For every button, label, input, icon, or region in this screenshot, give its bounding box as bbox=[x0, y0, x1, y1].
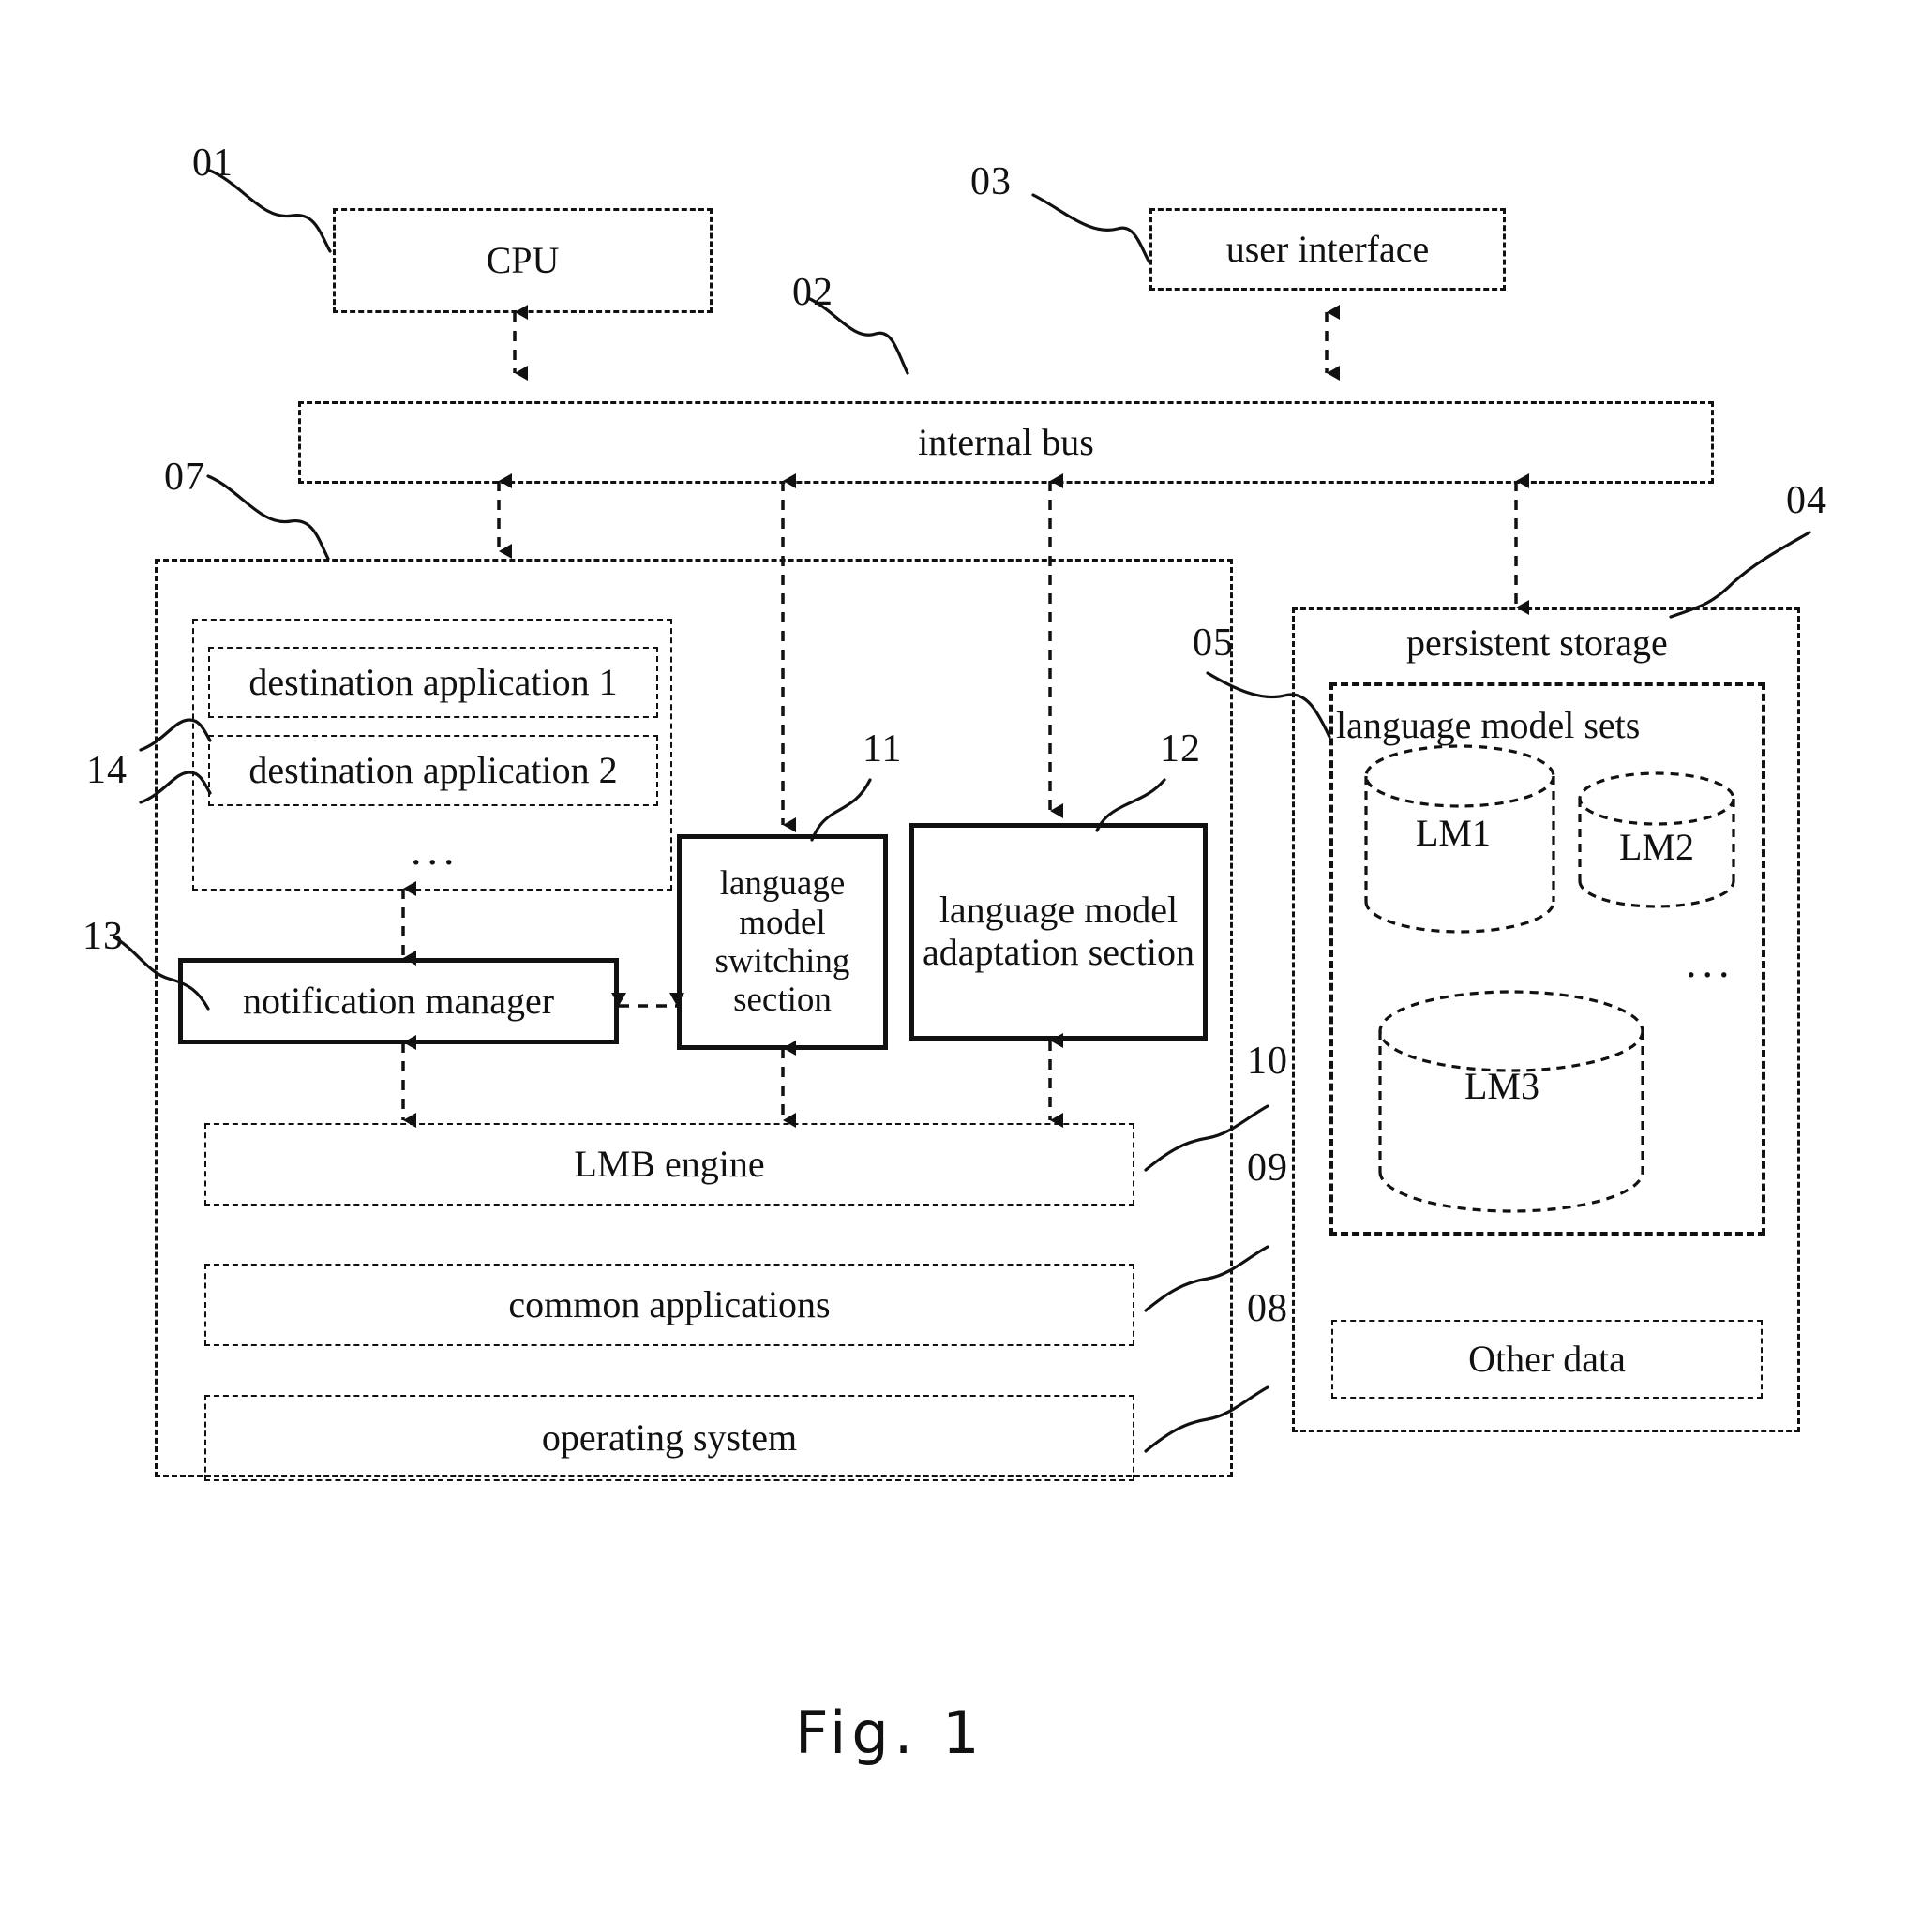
destination-application-2-block: destination application 2 bbox=[208, 735, 658, 806]
ref-numeral-07: 07 bbox=[164, 456, 205, 499]
cylinder-lm1-label: LM1 bbox=[1416, 812, 1491, 854]
language-model-switching-section-label: language model switching section bbox=[714, 864, 850, 1020]
language-model-adaptation-section-block: language model adaptation section bbox=[909, 823, 1208, 1041]
common-applications-label: common applications bbox=[508, 1282, 831, 1325]
lmb-engine-block: LMB engine bbox=[204, 1123, 1134, 1206]
ref-numeral-14: 14 bbox=[86, 749, 128, 792]
cpu-block: CPU bbox=[333, 208, 713, 313]
ref-numeral-01: 01 bbox=[192, 142, 233, 185]
ref-numeral-03: 03 bbox=[970, 160, 1012, 203]
language-model-adaptation-section-label: language model adaptation section bbox=[923, 889, 1194, 973]
user-interface-label: user interface bbox=[1225, 227, 1430, 270]
common-applications-block: common applications bbox=[204, 1264, 1134, 1346]
ref-numeral-04: 04 bbox=[1786, 479, 1827, 522]
operating-system-label: operating system bbox=[541, 1415, 798, 1459]
internal-bus-label: internal bus bbox=[918, 420, 1094, 463]
user-interface-block: user interface bbox=[1149, 208, 1506, 291]
language-model-sets-label: language model sets bbox=[1336, 704, 1641, 746]
cylinder-lm2-label: LM2 bbox=[1619, 826, 1694, 868]
destination-application-1-label: destination application 1 bbox=[248, 660, 618, 703]
lmb-engine-label: LMB engine bbox=[574, 1142, 765, 1185]
other-data-label: Other data bbox=[1468, 1337, 1626, 1380]
cpu-label: CPU bbox=[486, 238, 560, 281]
figure-caption: Fig. 1 bbox=[795, 1699, 985, 1767]
destination-application-2-label: destination application 2 bbox=[248, 748, 618, 791]
operating-system-block: operating system bbox=[204, 1395, 1134, 1481]
cylinders-ellipsis: ... bbox=[1686, 938, 1735, 986]
ref-numeral-09: 09 bbox=[1247, 1146, 1288, 1190]
ref-numeral-08: 08 bbox=[1247, 1287, 1288, 1330]
notification-manager-block: notification manager bbox=[178, 958, 619, 1044]
language-model-switching-section-block: language model switching section bbox=[677, 834, 888, 1050]
notification-manager-label: notification manager bbox=[242, 979, 555, 1022]
ref-numeral-02: 02 bbox=[792, 271, 833, 314]
destination-application-1-block: destination application 1 bbox=[208, 647, 658, 718]
internal-bus-block: internal bus bbox=[298, 401, 1714, 484]
ref-numeral-10: 10 bbox=[1247, 1040, 1288, 1083]
persistent-storage-label: persistent storage bbox=[1406, 622, 1668, 664]
cylinder-lm3-label: LM3 bbox=[1464, 1065, 1539, 1107]
figure-canvas: 01 02 03 04 05 07 08 09 10 11 12 13 14 C… bbox=[0, 0, 1922, 1932]
other-data-block: Other data bbox=[1331, 1320, 1763, 1399]
ref-numeral-13: 13 bbox=[83, 915, 124, 958]
destination-applications-ellipsis: ... bbox=[411, 826, 460, 874]
